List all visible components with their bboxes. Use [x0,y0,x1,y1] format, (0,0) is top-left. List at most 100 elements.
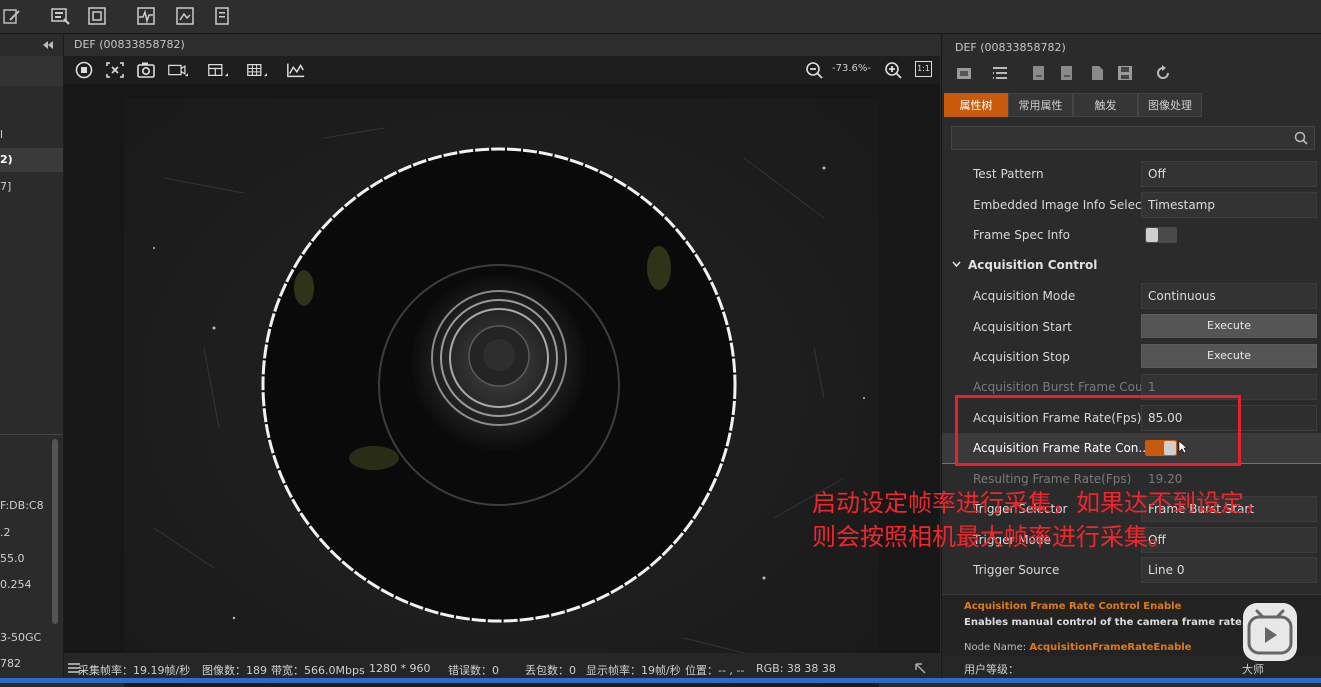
list-icon[interactable] [991,64,1009,82]
status-resolution: 1280 * 960 [369,662,431,675]
description-text: Enables manual control of the camera fra… [964,617,1246,628]
property-search-input[interactable] [951,126,1315,150]
grid-icon[interactable] [247,61,267,79]
panel-title: DEF (00833858782) [955,41,1066,54]
sidebar-selected-item[interactable]: 2) [0,148,63,172]
save-icon[interactable] [1116,64,1134,82]
property-row: Frame Spec Info [942,220,1321,250]
property-row: Embedded Image Info Selec... Timestamp [942,190,1321,220]
status-lost-packets: 丢包数：0 [525,664,576,677]
collapse-icon[interactable] [42,40,54,50]
refresh-icon[interactable] [1154,64,1172,82]
tab-image-processing[interactable]: 图像处理 [1138,93,1202,117]
sidebar-fragment: F:DB:C8 [0,499,44,512]
search-icon[interactable] [1294,131,1308,145]
divider [0,434,63,435]
file-icon[interactable] [1088,64,1106,82]
zoom-out-icon[interactable] [805,61,825,79]
stop-icon[interactable] [74,61,94,79]
zoom-level: -73.6%- [832,63,871,74]
property-label: Acquisition Start [973,320,1072,334]
image-edit-icon[interactable] [175,6,195,26]
property-label: Trigger Source [973,563,1060,577]
sidebar-fragment: 2) [0,153,13,166]
property-label: Acquisition Stop [973,350,1070,364]
node-name-value: AcquisitionFrameRateEnable [1029,642,1192,653]
actual-size-button[interactable]: 1:1 [915,61,932,77]
crosshair-icon[interactable] [105,61,125,79]
property-panel: DEF (00833858782) 属性树 常用属性 触发 图像处理 Test … [941,34,1321,683]
property-row: Acquisition Stop Execute [942,342,1321,372]
histogram-icon[interactable] [286,61,306,79]
sidebar-fragment: 0.254 [0,578,32,591]
description-title: Acquisition Frame Rate Control Enable [964,601,1182,612]
property-label: Acquisition Burst Frame Cou... [973,380,1155,394]
acquisition-stop-button[interactable]: Execute [1141,344,1317,368]
status-display-rate: 显示帧率：19帧/秒 [586,664,681,677]
property-row: Test Pattern Off [942,159,1321,189]
property-label: Embedded Image Info Selec... [973,198,1153,212]
device-sidebar: l 2) 7] F:DB:C8 .2 55.0 0.254 3-50GC 782 [0,34,64,683]
play-icon [1247,609,1293,655]
split-view-icon[interactable] [208,61,228,79]
waveform-icon[interactable] [136,6,156,26]
camera-settings-icon[interactable] [955,64,973,82]
status-errors: 错误数：0 [448,664,499,677]
status-frame-rate: 采集帧率：19.19帧/秒 [78,664,191,677]
property-row: Acquisition Start Execute [942,312,1321,342]
section-acquisition-control[interactable]: Acquisition Control [942,251,1321,279]
tab-common-properties[interactable]: 常用属性 [1008,93,1073,117]
sidebar-fragment: 3-50GC [0,631,42,644]
frame-spec-toggle[interactable] [1145,227,1177,243]
fit-window-icon[interactable] [87,6,107,26]
status-rgb: RGB: 38 38 38 [756,662,836,675]
taskbar-strip [0,678,1321,683]
user-level-select[interactable]: 大师 [1242,661,1264,677]
annotation-text: 启动设定帧率进行采集，如果达不到设定，则会按照相机最大帧率进行采集。 [812,489,1268,551]
camera-image-render [124,98,879,687]
import-icon[interactable] [1030,64,1048,82]
section-label: Acquisition Control [968,258,1098,272]
record-video-icon[interactable] [168,61,188,79]
camera-image[interactable] [124,98,879,687]
sidebar-scrollbar[interactable] [52,439,58,624]
tab-property-tree[interactable]: 属性树 [944,93,1008,117]
status-position: 位置：-- , -- [685,664,745,677]
property-label: Frame Spec Info [973,228,1070,242]
tab-trigger[interactable]: 触发 [1073,93,1138,117]
property-label: Test Pattern [973,167,1044,181]
view-title: DEF (00833858782) [64,34,940,56]
sidebar-fragment: 7] [0,180,12,193]
status-bandwidth: 带宽：566.0Mbps [271,664,365,677]
property-label: Resulting Frame Rate(Fps) [973,472,1132,486]
status-image-count: 图像数：189 [202,664,267,677]
main-toolbar [0,0,1321,34]
document-icon[interactable] [212,6,232,26]
video-play-button[interactable] [1243,603,1297,661]
view-toolbar: -73.6%- 1:1 [64,56,940,84]
trigger-source-select[interactable]: Line 0 [1141,557,1317,583]
acquisition-mode-select[interactable]: Continuous [1141,283,1317,309]
sidebar-fragment: .2 [0,526,11,539]
sidebar-header [0,56,63,86]
highlight-box [955,395,1241,466]
property-row: Trigger Source Line 0 [942,555,1321,585]
zoom-in-icon[interactable] [884,61,904,79]
acquisition-start-button[interactable]: Execute [1141,314,1317,338]
embedded-info-select[interactable]: Timestamp [1141,192,1317,218]
chevron-down-icon[interactable] [952,261,961,268]
sidebar-fragment: 55.0 [0,552,25,565]
node-name-label: Node Name: [964,642,1027,653]
sidebar-fragment: l [0,128,4,141]
image-capture-icon[interactable] [50,6,70,26]
test-pattern-select[interactable]: Off [1141,161,1317,187]
expand-corner-icon[interactable] [914,662,926,674]
camera-icon[interactable] [136,61,156,79]
node-name: Node Name: AcquisitionFrameRateEnable [964,642,1191,653]
edit-icon[interactable] [2,6,22,26]
export-icon[interactable] [1058,64,1076,82]
property-label: Acquisition Mode [973,289,1076,303]
property-row: Acquisition Mode Continuous [942,281,1321,311]
image-view-panel: DEF (00833858782) -73.6%- 1:1 采集帧率：19.19… [64,34,940,687]
user-level-label: 用户等级： [964,663,1019,676]
